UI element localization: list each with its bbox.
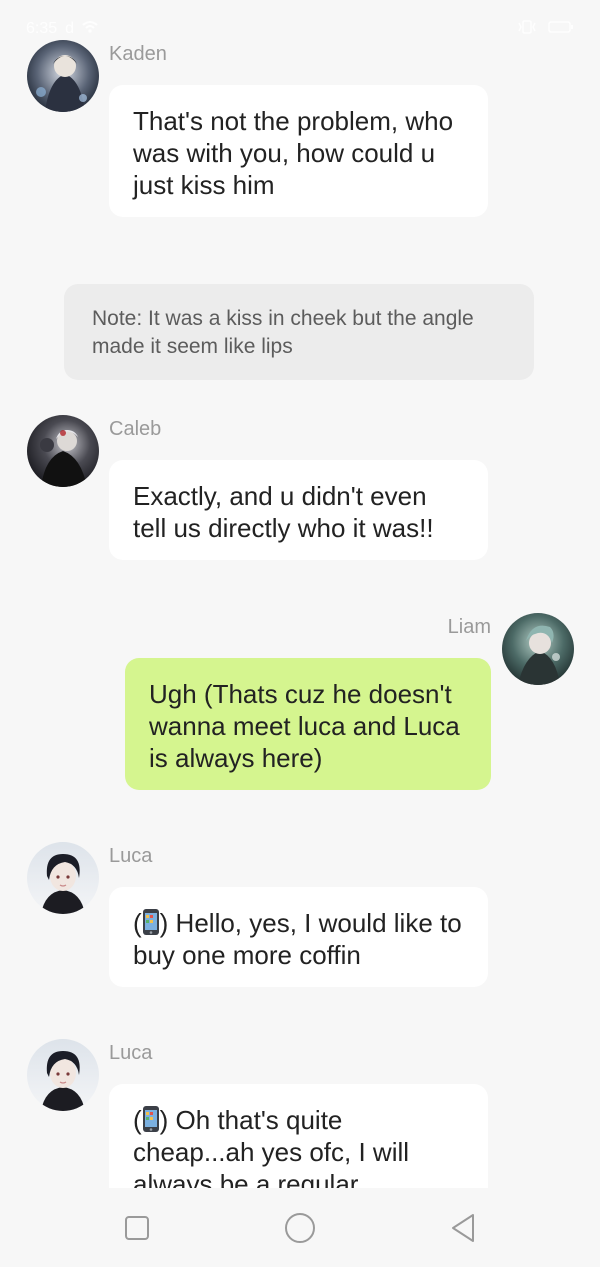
avatar-image (502, 613, 574, 685)
chat-app: 6:35 d Kaden That's not the problem, who… (0, 0, 600, 1267)
system-note: Note: It was a kiss in cheek but the ang… (64, 284, 534, 380)
message-text-open: ( (133, 908, 142, 938)
message-text: ) Hello, yes, I would like to buy one mo… (133, 908, 462, 970)
recents-square-icon (125, 1216, 149, 1240)
sender-name: Luca (109, 845, 153, 867)
message-bubble[interactable]: That's not the problem, who was with you… (109, 85, 488, 217)
avatar-luca[interactable] (27, 1039, 99, 1111)
sender-name: Caleb (109, 418, 162, 440)
avatar-liam[interactable] (502, 613, 574, 685)
sender-name: Kaden (109, 43, 167, 65)
recents-button[interactable] (119, 1210, 155, 1246)
back-button[interactable] (445, 1210, 481, 1246)
message-text: ) Oh that's quite cheap...ah yes ofc, I … (133, 1105, 410, 1188)
message-bubble[interactable]: Exactly, and u didn't even tell us direc… (109, 460, 488, 560)
message-list[interactable]: Kaden That's not the problem, who was wi… (0, 0, 600, 1188)
message-bubble[interactable]: () Hello, yes, I would like to buy one m… (109, 887, 488, 987)
avatar-kaden[interactable] (27, 40, 99, 112)
mobile-phone-icon (142, 909, 159, 935)
sender-name: Luca (109, 1042, 153, 1064)
my-message-bubble[interactable]: Ugh (Thats cuz he doesn't wanna meet luc… (125, 658, 491, 790)
message-bubble[interactable]: () Oh that's quite cheap...ah yes ofc, I… (109, 1084, 488, 1188)
mobile-phone-icon (142, 1106, 159, 1132)
navigation-bar (0, 1188, 600, 1267)
avatar-luca[interactable] (27, 842, 99, 914)
avatar-caleb[interactable] (27, 415, 99, 487)
message-text-open: ( (133, 1105, 142, 1135)
avatar-image (27, 415, 99, 487)
back-triangle-icon (452, 1214, 474, 1242)
sender-name: Liam (447, 616, 491, 638)
home-button[interactable] (282, 1210, 318, 1246)
avatar-image (27, 40, 99, 112)
home-circle-icon (285, 1213, 315, 1243)
avatar-image (27, 1039, 99, 1111)
avatar-image (27, 842, 99, 914)
